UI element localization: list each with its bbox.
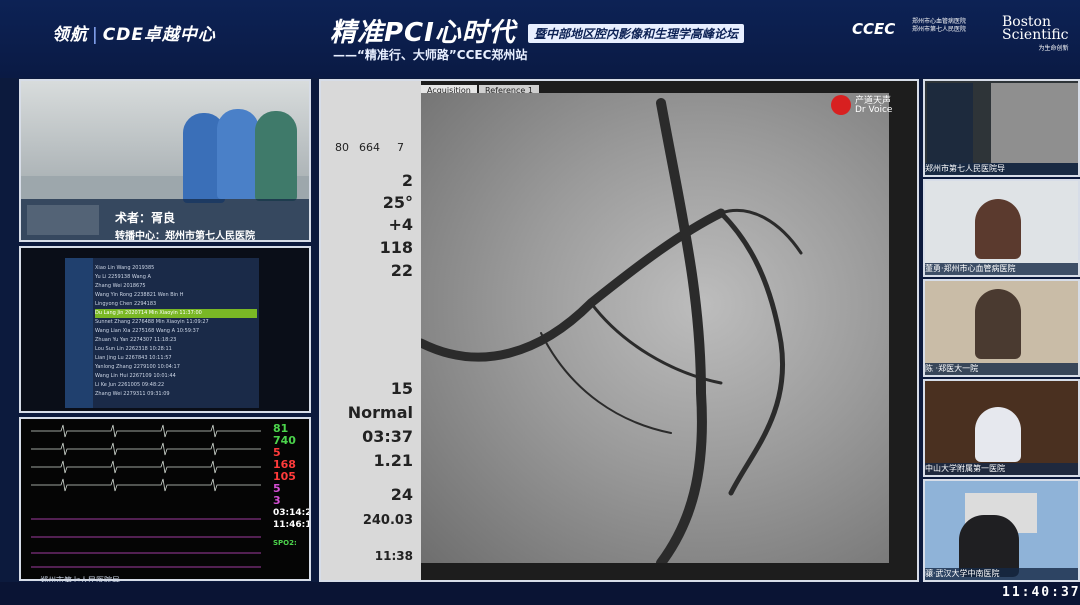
ecg-time2: 11:46:12 [273, 520, 311, 530]
boston-scientific-logo: Boston Scientific 为生命创新 [1002, 15, 1069, 55]
brand-left-b: CDE卓越中心 [102, 25, 216, 45]
surgeon-label: 术者：胥良 [115, 211, 176, 225]
list-item-selected[interactable]: Du Lang Jin 2020714 Min Xiaoyin 11:37:00 [95, 309, 257, 318]
ecg-spo2: SPO2: [273, 539, 297, 547]
acquisition-params-panel: 80 664 7 2 25° +4 118 22 15 Normal 03:37… [321, 81, 421, 580]
param-25: 25° [382, 193, 413, 212]
tile-name-label: 郑州市第七人民医院导 [925, 163, 1078, 175]
footer-bar [0, 582, 1080, 605]
param-15: 15 [390, 379, 413, 398]
tile-name-label: 骧·武汉大学中南医院 [925, 568, 1078, 580]
participant-avatar [975, 289, 1021, 359]
ecg-values: 81 740 5 168 105 5 3 03:14:22 11:46:12 S… [273, 423, 311, 549]
video-tile[interactable]: 郑州市第七人民医院导 [923, 79, 1080, 177]
bs-logo-tag: 为生命创新 [1038, 45, 1069, 52]
param-ma: 664 [359, 141, 380, 154]
list-item[interactable]: Lou Sun Lin 2262318 10:28:11 [95, 345, 257, 354]
param-plus4: +4 [388, 215, 413, 234]
tile-name-label: 董勇·郑州市心血管病医院 [925, 263, 1078, 275]
param-2: 2 [401, 171, 413, 190]
param-1138: 11:38 [374, 549, 413, 563]
participant-avatar [975, 199, 1021, 259]
param-24: 24 [390, 485, 413, 504]
param-kv: 80 [335, 141, 349, 154]
case-list-screen[interactable]: Xiao Lin Wang 2019385 Yu Li 2259138 Wang… [19, 246, 311, 413]
bs-logo-line2: Scientific [1002, 27, 1069, 43]
param-118: 118 [379, 238, 413, 257]
video-tile[interactable]: 中山大学附属第一医院 [923, 379, 1080, 477]
dr-voice-en: Dr Voice [855, 105, 893, 115]
monitor-thumbnail [927, 83, 973, 163]
relay-label: 转播中心：郑州市第七人民医院 [115, 231, 255, 242]
list-item[interactable]: Yu Li 2259138 Wang A [95, 273, 257, 282]
list-item[interactable]: Wang Lian Xia 2275168 Wang A 10:59:37 [95, 327, 257, 336]
case-list-sidebar [65, 258, 93, 408]
ecg-waveforms [31, 424, 261, 568]
list-item[interactable]: Yanlong Zhang 2279100 10:04:17 [95, 363, 257, 372]
list-item[interactable]: Zhang Wei 2018675 [95, 282, 257, 291]
param-24003: 240.03 [362, 513, 413, 528]
param-121: 1.21 [373, 451, 413, 470]
list-item[interactable]: Lian Jing Lu 2267843 10:11:57 [95, 354, 257, 363]
clock: 11:40:37 [1002, 585, 1080, 600]
list-item[interactable]: Li Ke Jun 2261005 09:48:22 [95, 381, 257, 390]
list-item[interactable]: Zhuan Yu Yan 2274307 11:18:23 [95, 336, 257, 345]
video-tile[interactable]: 骧·武汉大学中南医院 [923, 479, 1080, 582]
coronary-vessels [416, 98, 803, 568]
list-item[interactable]: Zhang Wei 2279311 09:31:09 [95, 390, 257, 399]
staff-figure [217, 109, 259, 199]
event-title: 精准PCI心时代 [330, 18, 516, 48]
hospital-logo: 郑州市心血管病医院 郑州市第七人民医院 [912, 18, 1002, 34]
angiogram-image [416, 93, 889, 568]
event-title-sub: 暨中部地区腔内影像和生理学高峰论坛 [528, 24, 745, 43]
case-list-rows: Xiao Lin Wang 2019385 Yu Li 2259138 Wang… [95, 264, 257, 399]
dr-voice-watermark: 产道天声 Dr Voice [831, 93, 911, 121]
ccec-logo: CCEC [852, 20, 896, 38]
hospital-logo-line1: 郑州市心血管病医院 [912, 18, 967, 25]
ecg-value7: 3 [273, 494, 281, 507]
hospital-logo-line2: 郑州市第七人民医院 [912, 26, 967, 33]
staff-figure [255, 111, 297, 201]
ecg-time1: 03:14:22 [273, 508, 311, 518]
param-time: 03:37 [362, 427, 413, 446]
dr-voice-icon [831, 95, 851, 115]
param-22: 22 [390, 261, 413, 280]
video-tile[interactable]: 陈 ·郑医大一院 [923, 279, 1080, 377]
participant-avatar [975, 407, 1021, 462]
brand-left-a: 领航 [52, 25, 88, 45]
list-item[interactable]: Sunnet Zhang 2276488 Min Xiaoyin 11:09:2… [95, 318, 257, 327]
brand-left: 领航 | CDE卓越中心 [52, 25, 216, 45]
list-item[interactable]: Wang Yin Rong 2238821 Wen Bin H [95, 291, 257, 300]
event-subtitle: ——“精准行、大师路”CCEC郑州站 [333, 48, 528, 62]
tile-name-label: 中山大学附属第一医院 [925, 463, 1078, 475]
param-normal: Normal [347, 403, 413, 422]
list-item[interactable]: Wang Lin Hui 2267109 10:01:44 [95, 372, 257, 381]
case-list-window: Xiao Lin Wang 2019385 Yu Li 2259138 Wang… [65, 258, 259, 408]
list-item[interactable]: Xiao Lin Wang 2019385 [95, 264, 257, 273]
operating-room-video[interactable]: 术者：胥良 转播中心：郑州市第七人民医院 [19, 79, 311, 242]
ccec-logo-chip [27, 205, 99, 235]
ecg-monitor[interactable]: 81 740 5 168 105 5 3 03:14:22 11:46:12 S… [19, 417, 311, 581]
tile-name-label: 陈 ·郑医大一院 [925, 363, 1078, 375]
video-tile[interactable]: 董勇·郑州市心血管病医院 [923, 179, 1080, 277]
param-ms: 7 [397, 141, 404, 154]
list-item[interactable]: Lingyong Chen 2294183 [95, 300, 257, 309]
angiogram-thumbnail [991, 83, 1078, 163]
angiography-viewer[interactable]: 80 664 7 2 25° +4 118 22 15 Normal 03:37… [319, 79, 919, 582]
